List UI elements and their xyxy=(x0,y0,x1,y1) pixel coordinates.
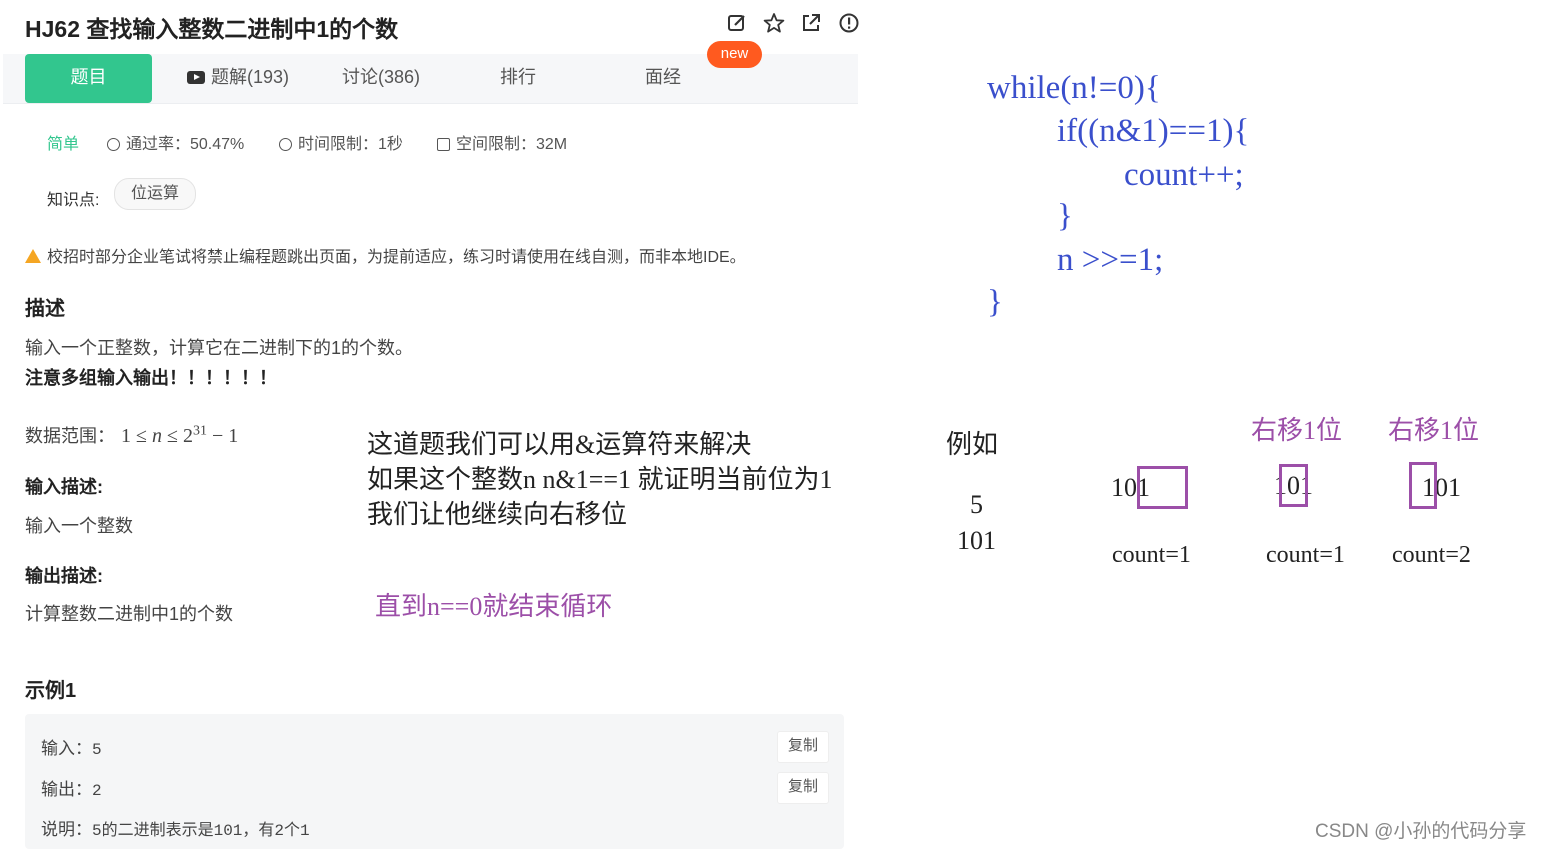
pass-rate: 通过率：50.47% xyxy=(107,130,244,154)
share-icon[interactable] xyxy=(800,12,822,34)
highlight-box-1 xyxy=(1137,466,1188,509)
example-input-label: 输入： xyxy=(41,739,92,758)
clock-icon xyxy=(279,138,292,151)
code-line: n >>=1; xyxy=(1057,242,1164,278)
notice-banner: 校招时部分企业笔试将禁止编程题跳出页面，为提前适应，练习时请使用在线自测，而非本… xyxy=(25,243,746,267)
code-line: count++; xyxy=(1124,157,1244,193)
space-limit: 空间限制：32M xyxy=(437,130,567,154)
range-n: n xyxy=(151,425,162,447)
example-input-value: 5 xyxy=(92,741,102,759)
count-step-1: count=1 xyxy=(1112,542,1191,568)
edit-icon[interactable] xyxy=(726,12,748,34)
note-line-1: 这道题我们可以用&运算符来解决 xyxy=(367,430,752,459)
example-number: 5 xyxy=(970,490,983,519)
note-line-3: 我们让他继续向右移位 xyxy=(367,500,628,529)
chip-icon xyxy=(437,138,450,151)
output-description: 计算整数二进制中1的个数 xyxy=(25,604,234,624)
new-badge: new xyxy=(707,41,762,68)
example-output: 输出：2 xyxy=(41,775,102,800)
time-limit-text: 时间限制：1秒 xyxy=(298,136,403,153)
example-binary: 101 xyxy=(957,526,996,555)
tab-solutions[interactable]: 题解(193) xyxy=(178,54,298,103)
star-icon[interactable] xyxy=(763,12,785,34)
time-limit: 时间限制：1秒 xyxy=(279,130,403,154)
example-note-label: 说明： xyxy=(41,820,92,839)
note-loop-end: 直到n==0就结束循环 xyxy=(375,592,613,621)
video-icon xyxy=(186,71,205,84)
copy-output-button[interactable]: 复制 xyxy=(777,772,829,804)
range-minus: − 1 xyxy=(211,425,239,447)
range-one: 1 xyxy=(121,425,131,447)
tab-solutions-label: 题解(193) xyxy=(210,67,290,87)
tab-discuss[interactable]: 讨论(386) xyxy=(331,54,431,103)
shift-label-2: 右移1位 xyxy=(1388,416,1480,445)
input-description: 输入一个整数 xyxy=(25,516,133,536)
highlight-box-2 xyxy=(1279,464,1308,507)
tab-interview[interactable]: 面经 xyxy=(628,54,698,103)
example-output-value: 2 xyxy=(92,782,102,800)
output-heading: 输出描述: xyxy=(25,566,103,586)
count-step-3: count=2 xyxy=(1392,542,1471,568)
code-line: if((n&1)==1){ xyxy=(1057,113,1250,149)
notice-text: 校招时部分企业笔试将禁止编程题跳出页面，为提前适应，练习时请使用在线自测，而非本… xyxy=(47,249,746,266)
report-icon[interactable] xyxy=(838,12,860,34)
code-line: } xyxy=(987,284,1003,320)
knowledge-tag[interactable]: 位运算 xyxy=(114,178,197,210)
data-range-label: 数据范围： xyxy=(25,426,115,446)
example-label: 例如 xyxy=(946,430,999,459)
code-line: } xyxy=(1057,198,1073,234)
count-step-2: count=1 xyxy=(1266,542,1345,568)
check-circle-icon xyxy=(107,138,120,151)
example-input: 输入：5 xyxy=(41,734,102,759)
description-emphasis: 注意多组输入输出！！！！！！ xyxy=(25,368,277,388)
range-exponent: 31 xyxy=(192,423,207,439)
difficulty-label: 简单 xyxy=(47,136,80,153)
space-limit-text: 空间限制：32M xyxy=(456,136,568,153)
warning-icon xyxy=(25,249,41,263)
pass-rate-text: 通过率：50.47% xyxy=(126,136,245,153)
copy-input-button[interactable]: 复制 xyxy=(777,731,829,763)
description-line: 输入一个正整数，计算它在二进制下的1的个数。 xyxy=(25,338,414,358)
example-output-label: 输出： xyxy=(41,780,92,799)
tab-problem[interactable]: 题目 xyxy=(25,54,152,103)
watermark: CSDN @小孙的代码分享 xyxy=(1315,821,1527,842)
example-note: 说明：5的二进制表示是101，有2个1 xyxy=(41,815,310,840)
example-box: 输入：5 复制 输出：2 复制 说明：5的二进制表示是101，有2个1 xyxy=(25,714,844,849)
data-range: 数据范围： 1 ≤ n ≤ 231 − 1 xyxy=(25,422,238,448)
shift-label-1: 右移1位 xyxy=(1251,416,1343,445)
knowledge-label: 知识点: xyxy=(47,192,100,209)
data-range-formula: 1 ≤ n ≤ 231 − 1 xyxy=(121,423,239,447)
page-title: HJ62 查找输入整数二进制中1的个数 xyxy=(25,16,399,42)
description-heading: 描述 xyxy=(25,298,65,320)
code-line: while(n!=0){ xyxy=(987,70,1161,106)
tab-rank[interactable]: 排行 xyxy=(483,54,553,103)
highlight-box-3 xyxy=(1409,462,1437,509)
range-two: 2 xyxy=(182,425,193,447)
example-heading: 示例1 xyxy=(25,680,77,702)
note-line-2: 如果这个整数n n&1==1 就证明当前位为1 xyxy=(367,465,833,494)
example-note-value: 5的二进制表示是101，有2个1 xyxy=(92,822,310,840)
input-heading: 输入描述: xyxy=(25,477,103,497)
